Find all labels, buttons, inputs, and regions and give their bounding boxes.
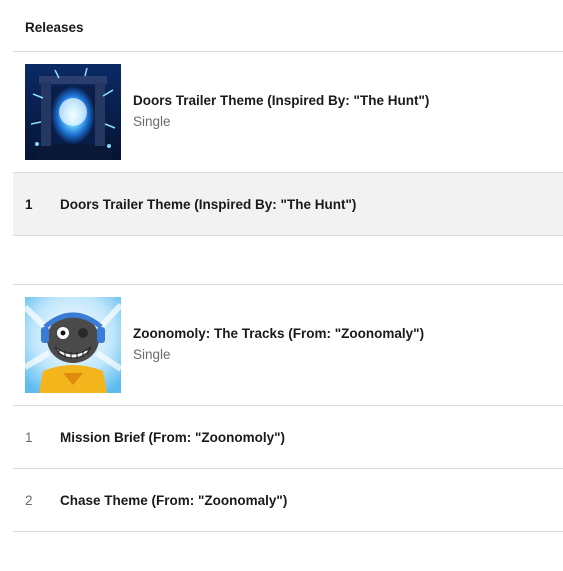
track-number: 2 (25, 492, 33, 508)
release-info: Doors Trailer Theme (Inspired By: "The H… (133, 92, 429, 132)
release-cover-portal-icon[interactable] (25, 64, 121, 160)
track-number: 1 (25, 429, 33, 445)
release-type: Single (133, 114, 171, 129)
track-title[interactable]: Doors Trailer Theme (Inspired By: "The H… (60, 197, 356, 212)
release-title[interactable]: Doors Trailer Theme (Inspired By: "The H… (133, 92, 429, 110)
release-card[interactable]: Zoonomoly: The Tracks (From: "Zoonomaly"… (25, 297, 555, 393)
divider (13, 235, 563, 236)
track-row[interactable]: 1 Mission Brief (From: "Zoonomoly") (13, 406, 563, 468)
track-title[interactable]: Chase Theme (From: "Zoonomaly") (60, 493, 287, 508)
release-cover-monster-icon[interactable] (25, 297, 121, 393)
track-title[interactable]: Mission Brief (From: "Zoonomoly") (60, 430, 285, 445)
track-number: 1 (25, 196, 33, 212)
section-title: Releases (25, 20, 84, 35)
release-title[interactable]: Zoonomoly: The Tracks (From: "Zoonomaly"… (133, 325, 424, 343)
release-type: Single (133, 347, 171, 362)
release-info: Zoonomoly: The Tracks (From: "Zoonomaly"… (133, 325, 424, 365)
track-row[interactable]: 2 Chase Theme (From: "Zoonomaly") (13, 469, 563, 531)
track-row[interactable]: 1 Doors Trailer Theme (Inspired By: "The… (13, 173, 563, 235)
divider (13, 51, 563, 52)
release-card[interactable]: Doors Trailer Theme (Inspired By: "The H… (25, 64, 555, 160)
divider (13, 284, 563, 285)
divider (13, 531, 563, 532)
